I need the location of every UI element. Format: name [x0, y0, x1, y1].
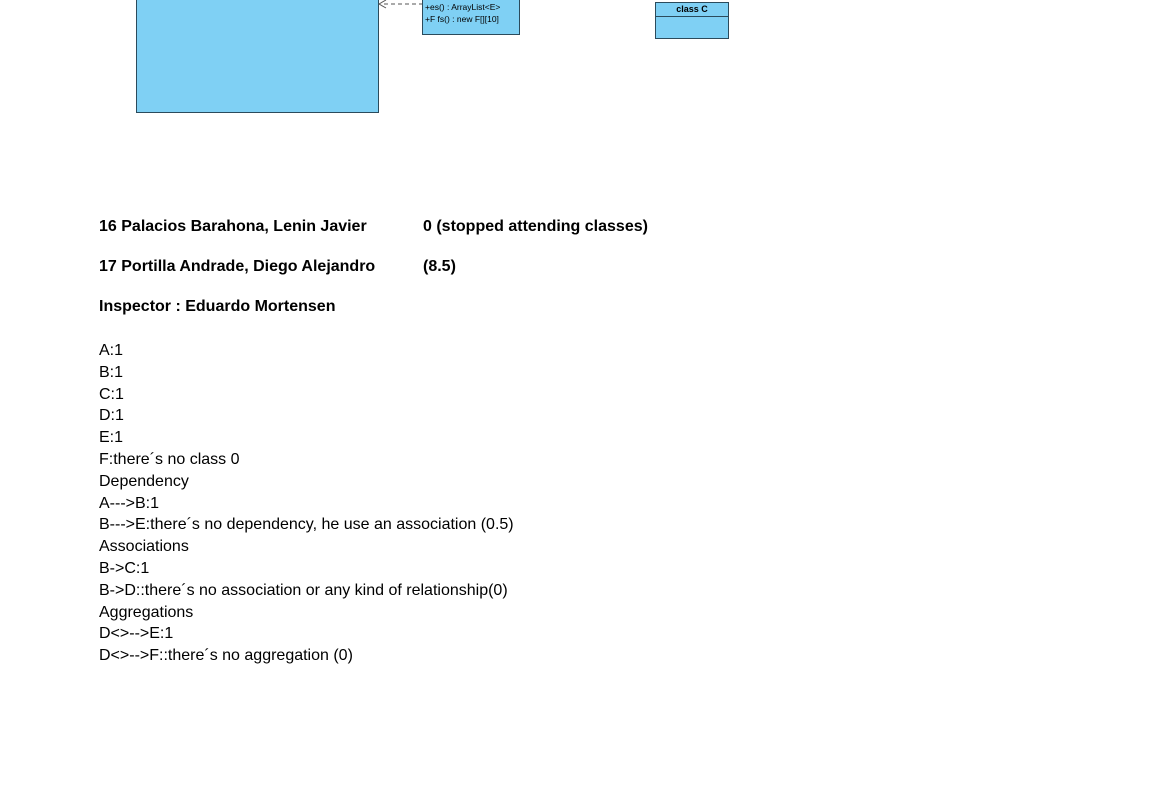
student-score: 0 (stopped attending classes) [423, 218, 648, 235]
student-name: 16 Palacios Barahona, Lenin Javier [99, 218, 367, 235]
uml-method-2: +F fs() : new F[][10] [425, 14, 499, 24]
evaluation-line: D<>-->F::there´s no aggregation (0) [99, 647, 353, 665]
evaluation-line: D<>-->E:1 [99, 625, 174, 643]
uml-class-c-name: class C [656, 3, 728, 17]
evaluation-line: D:1 [99, 407, 124, 425]
evaluation-line: A:1 [99, 342, 124, 359]
uml-diagram-fragment: +es() : ArrayList<E> +F fs() : new F[][1… [0, 0, 1152, 120]
student-row-17: 17 Portilla Andrade, Diego Alejandro (8.… [99, 258, 456, 276]
student-row-16: 16 Palacios Barahona, Lenin Javier 0 (st… [99, 218, 648, 236]
evaluation-line: B->D::there´s no association or any kind… [99, 581, 508, 599]
section-heading-associations: Associations [99, 538, 189, 556]
inspector-line: Inspector : Eduardo Mortensen [99, 298, 336, 315]
evaluation-line: B->C:1 [99, 559, 150, 577]
section-heading-aggregations: Aggregations [99, 603, 194, 621]
evaluation-line: F:there´s no class 0 [99, 450, 240, 468]
evaluation-list: A:1 B:1 C:1 D:1 E:1 F:there´s no class 0… [99, 340, 514, 667]
uml-class-c-box: class C [655, 2, 729, 39]
student-name: 17 Portilla Andrade, Diego Alejandro [99, 258, 376, 275]
section-heading-dependency: Dependency [99, 472, 189, 490]
evaluation-line: B:1 [99, 363, 124, 381]
evaluation-line: B--->E:there´s no dependency, he use an … [99, 516, 514, 534]
uml-class-box [136, 0, 379, 113]
uml-method-1: +es() : ArrayList<E> [425, 2, 501, 12]
evaluation-line: C:1 [99, 385, 124, 403]
dependency-arrow [377, 0, 422, 9]
evaluation-line: E:1 [99, 429, 124, 447]
student-score: (8.5) [423, 258, 456, 275]
evaluation-line: A--->B:1 [99, 494, 160, 512]
uml-methods-box: +es() : ArrayList<E> +F fs() : new F[][1… [422, 0, 520, 35]
